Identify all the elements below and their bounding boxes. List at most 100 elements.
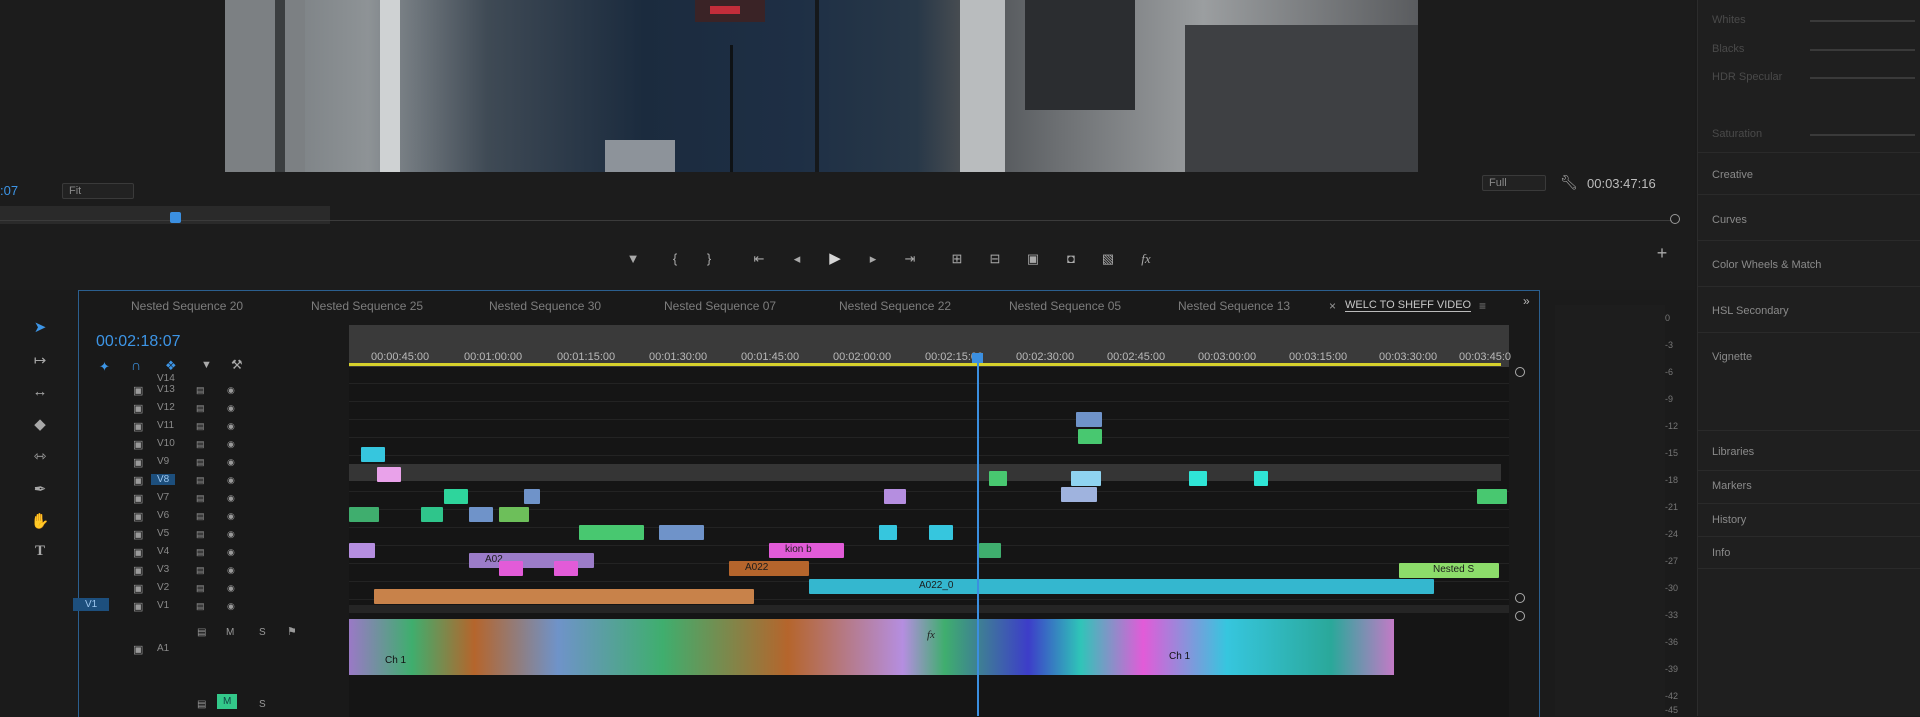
- hdr-specular-slider[interactable]: [1810, 77, 1915, 79]
- eye-icon[interactable]: ◉: [227, 403, 235, 414]
- eye-icon[interactable]: ◉: [227, 601, 235, 612]
- rp-vignette[interactable]: Vignette: [1712, 351, 1752, 363]
- rp-info[interactable]: Info: [1712, 547, 1730, 559]
- compare-icon[interactable]: ▧: [1097, 250, 1119, 268]
- monitor-timecode[interactable]: :07: [0, 183, 18, 198]
- add-button[interactable]: +: [1651, 244, 1673, 262]
- sync-icon[interactable]: ▤: [197, 627, 206, 638]
- lock-icon[interactable]: ▣: [133, 438, 143, 451]
- sync-icon[interactable]: ▤: [196, 601, 205, 612]
- eye-icon[interactable]: ◉: [227, 511, 235, 522]
- tab-nested-sequence-25[interactable]: Nested Sequence 25: [311, 299, 423, 313]
- rp-history[interactable]: History: [1712, 514, 1746, 526]
- microphone-icon[interactable]: ⚑: [287, 625, 297, 638]
- slip-tool-icon[interactable]: ⇿: [28, 447, 52, 469]
- eye-icon[interactable]: ◉: [227, 565, 235, 576]
- track-scroll-handle[interactable]: [1515, 611, 1525, 621]
- razor-tool-icon[interactable]: ◆: [28, 415, 52, 437]
- clip[interactable]: [1189, 471, 1207, 486]
- fit-dropdown[interactable]: Fit: [62, 183, 134, 199]
- clip[interactable]: [361, 447, 385, 462]
- lock-icon[interactable]: ▣: [133, 420, 143, 433]
- a1-mute-button[interactable]: M: [226, 627, 234, 638]
- tab-nested-sequence-05[interactable]: Nested Sequence 05: [1009, 299, 1121, 313]
- go-to-out-icon[interactable]: ⇥: [899, 250, 921, 268]
- pen-tool-icon[interactable]: ✒: [28, 480, 52, 502]
- tab-nested-sequence-30[interactable]: Nested Sequence 30: [489, 299, 601, 313]
- lock-icon[interactable]: ▣: [133, 492, 143, 505]
- lock-icon[interactable]: ▣: [133, 582, 143, 595]
- clip[interactable]: [579, 525, 644, 540]
- v1-source-patch[interactable]: V1: [73, 598, 110, 611]
- clip[interactable]: [421, 507, 443, 522]
- lift-icon[interactable]: ▣: [1022, 250, 1044, 268]
- lock-icon[interactable]: ▣: [133, 474, 143, 487]
- sync-icon[interactable]: ▤: [196, 439, 205, 450]
- playhead-handle[interactable]: [972, 353, 983, 363]
- track-label-v8[interactable]: V8: [151, 474, 176, 485]
- rp-creative[interactable]: Creative: [1712, 169, 1753, 181]
- step-back-icon[interactable]: ◂: [786, 250, 808, 268]
- camera-icon[interactable]: ◘: [1060, 250, 1082, 268]
- tab-menu-icon[interactable]: ≡: [1479, 299, 1486, 313]
- sync-icon[interactable]: ▤: [196, 493, 205, 504]
- track-area[interactable]: A02 kion b A022 A022_0 Nested S fx Ch 1 …: [349, 367, 1509, 717]
- clip[interactable]: [884, 489, 906, 504]
- tab-nested-sequence-07[interactable]: Nested Sequence 07: [664, 299, 776, 313]
- lock-icon[interactable]: ▣: [133, 456, 143, 469]
- lock-icon[interactable]: ▣: [133, 546, 143, 559]
- rp-markers[interactable]: Markers: [1712, 480, 1752, 492]
- timeline-timecode[interactable]: 00:02:18:07: [96, 333, 181, 351]
- clip[interactable]: [377, 467, 401, 482]
- clip[interactable]: [1071, 471, 1101, 486]
- out-point-icon[interactable]: }: [698, 250, 720, 268]
- whites-slider[interactable]: [1810, 20, 1915, 22]
- saturation-slider[interactable]: [1810, 134, 1915, 136]
- clip[interactable]: [499, 561, 523, 576]
- sync-icon[interactable]: ▤: [196, 421, 205, 432]
- clip[interactable]: [1061, 487, 1097, 502]
- tab-nested-sequence-13[interactable]: Nested Sequence 13: [1178, 299, 1290, 313]
- clip[interactable]: [1254, 471, 1268, 486]
- selection-tool-icon[interactable]: ➤: [28, 318, 52, 340]
- ripple-edit-tool-icon[interactable]: ↔: [28, 383, 52, 405]
- tab-nested-sequence-20[interactable]: Nested Sequence 20: [131, 299, 243, 313]
- sync-icon[interactable]: ▤: [196, 385, 205, 396]
- eye-icon[interactable]: ◉: [227, 547, 235, 558]
- timeline-playhead[interactable]: [977, 355, 979, 716]
- wrench-icon[interactable]: 🔧︎: [1560, 174, 1578, 191]
- close-tab-icon[interactable]: ×: [1329, 299, 1336, 313]
- sync-icon[interactable]: ▤: [196, 565, 205, 576]
- clip[interactable]: [1076, 412, 1102, 427]
- rp-color-wheels[interactable]: Color Wheels & Match: [1712, 259, 1821, 271]
- sync-icon[interactable]: ▤: [196, 583, 205, 594]
- lock-icon[interactable]: ▣: [133, 384, 143, 397]
- sync-icon[interactable]: ▤: [196, 529, 205, 540]
- sync-icon[interactable]: ▤: [197, 699, 206, 710]
- lock-icon[interactable]: ▣: [133, 564, 143, 577]
- lock-icon[interactable]: ▣: [133, 600, 143, 613]
- lock-icon[interactable]: ▣: [133, 528, 143, 541]
- clip[interactable]: [554, 561, 578, 576]
- clip[interactable]: [1078, 429, 1102, 444]
- a2-mute-button[interactable]: M: [217, 694, 238, 709]
- quality-dropdown[interactable]: Full: [1482, 175, 1546, 191]
- track-scroll-handle[interactable]: [1515, 593, 1525, 603]
- hand-tool-icon[interactable]: ✋: [28, 512, 52, 534]
- clip[interactable]: [659, 525, 704, 540]
- monitor-playhead[interactable]: [170, 212, 181, 223]
- eye-icon[interactable]: ◉: [227, 385, 235, 396]
- clip[interactable]: [989, 471, 1007, 486]
- clip[interactable]: Nested S: [1399, 563, 1499, 578]
- clip[interactable]: [469, 507, 493, 522]
- clip[interactable]: [499, 507, 529, 522]
- monitor-scrub-bar[interactable]: [0, 206, 1680, 226]
- sync-icon[interactable]: ▤: [196, 475, 205, 486]
- clip[interactable]: [879, 525, 897, 540]
- eye-icon[interactable]: ◉: [227, 421, 235, 432]
- overwrite-icon[interactable]: ⊟: [984, 250, 1006, 268]
- lock-icon[interactable]: ▣: [133, 643, 143, 656]
- in-point-icon[interactable]: {: [664, 250, 686, 268]
- fx-icon[interactable]: fx: [1135, 250, 1157, 268]
- marker-icon[interactable]: ▼: [622, 250, 644, 268]
